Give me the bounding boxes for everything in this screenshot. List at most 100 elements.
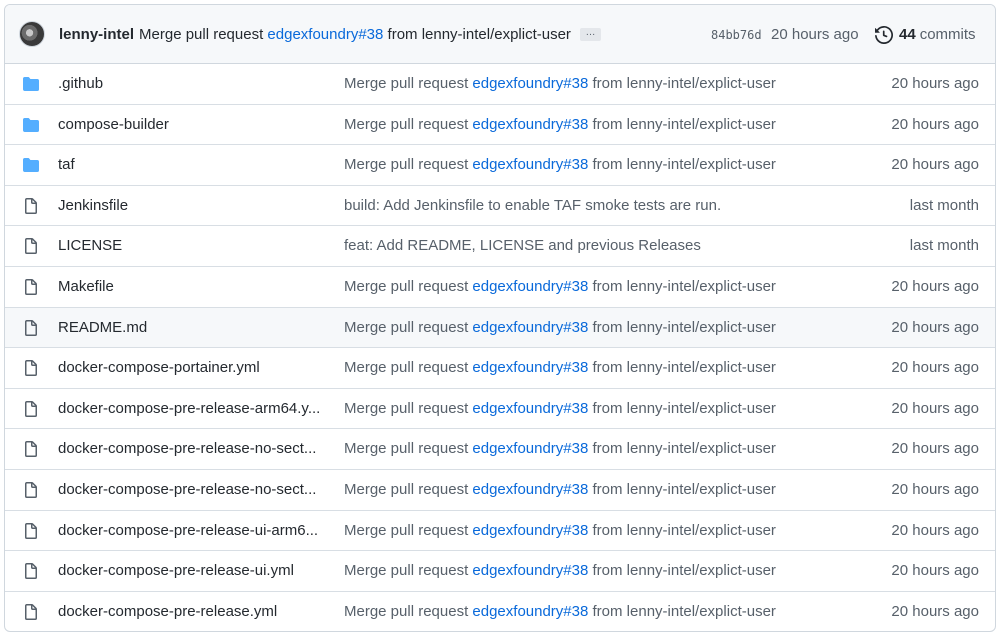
file-commit-message[interactable]: Merge pull request edgexfoundry#38 from … <box>344 64 776 104</box>
file-commit-time: 20 hours ago <box>891 480 979 498</box>
file-row[interactable]: docker-compose-pre-release-no-sect... Mer… <box>5 470 995 511</box>
pr-link[interactable]: edgexfoundry#38 <box>472 440 588 457</box>
pr-link[interactable]: edgexfoundry#38 <box>267 26 383 43</box>
pr-link[interactable]: edgexfoundry#38 <box>472 481 588 498</box>
file-commit-time: last month <box>909 237 979 255</box>
file-row[interactable]: .github Merge pull request edgexfoundry#3… <box>5 64 995 105</box>
commit-message-text[interactable]: Merge pull request <box>344 440 472 457</box>
file-commit-message[interactable]: build: Add Jenkinsfile to enable TAF smo… <box>344 186 721 226</box>
pr-link[interactable]: edgexfoundry#38 <box>472 603 588 620</box>
commit-message-suffix[interactable]: from lenny-intel/explict-user <box>588 400 776 417</box>
file-name-link[interactable]: taf <box>58 145 330 185</box>
commit-message-text[interactable]: Merge pull request <box>344 319 472 336</box>
pr-link[interactable]: edgexfoundry#38 <box>472 75 588 92</box>
file-name-link[interactable]: docker-compose-pre-release-ui-arm6... <box>58 511 330 551</box>
file-row[interactable]: LICENSE feat: Add README, LICENSE and pre… <box>5 226 995 267</box>
commit-message-text[interactable]: Merge pull request <box>344 603 472 620</box>
file-name-link[interactable]: README.md <box>58 308 330 348</box>
commit-message-text[interactable]: feat: Add README, LICENSE and previous R… <box>344 237 701 254</box>
file-commit-time: 20 hours ago <box>891 440 979 458</box>
file-icon <box>22 319 40 336</box>
pr-link[interactable]: edgexfoundry#38 <box>472 116 588 133</box>
commit-message-suffix[interactable]: from lenny-intel/explict-user <box>588 116 776 133</box>
file-row[interactable]: docker-compose-pre-release-ui.yml Merge p… <box>5 551 995 592</box>
file-commit-message[interactable]: Merge pull request edgexfoundry#38 from … <box>344 308 776 348</box>
commit-message-text[interactable]: build: Add Jenkinsfile to enable TAF smo… <box>344 197 721 214</box>
commit-message-suffix[interactable]: from lenny-intel/explict-user <box>588 278 776 295</box>
file-row[interactable]: docker-compose-pre-release-arm64.y... Mer… <box>5 389 995 430</box>
commit-message-suffix[interactable]: from lenny-intel/explict-user <box>588 522 776 539</box>
commit-message-suffix[interactable]: from lenny-intel/explict-user <box>588 319 776 336</box>
file-row[interactable]: docker-compose-pre-release-no-sect... Mer… <box>5 429 995 470</box>
pr-link[interactable]: edgexfoundry#38 <box>472 400 588 417</box>
commit-message-suffix[interactable]: from lenny-intel/explict-user <box>588 359 776 376</box>
file-name-link[interactable]: LICENSE <box>58 226 330 266</box>
commit-message-text[interactable]: Merge pull request <box>344 562 472 579</box>
expand-commit-button[interactable]: … <box>579 28 601 41</box>
file-icon <box>22 278 40 295</box>
file-commit-message[interactable]: feat: Add README, LICENSE and previous R… <box>344 226 701 266</box>
file-name-link[interactable]: Jenkinsfile <box>58 186 330 226</box>
file-commit-time: 20 hours ago <box>891 562 979 580</box>
pr-link[interactable]: edgexfoundry#38 <box>472 562 588 579</box>
file-row[interactable]: compose-builder Merge pull request edgexf… <box>5 105 995 146</box>
commit-message-text[interactable]: Merge pull request <box>344 156 472 173</box>
file-commit-message[interactable]: Merge pull request edgexfoundry#38 from … <box>344 267 776 307</box>
commit-message-suffix[interactable]: from lenny-intel/explict-user <box>588 440 776 457</box>
file-row[interactable]: Jenkinsfile build: Add Jenkinsfile to ena… <box>5 186 995 227</box>
file-commit-time: last month <box>909 196 979 214</box>
file-commit-message[interactable]: Merge pull request edgexfoundry#38 from … <box>344 389 776 429</box>
pr-link[interactable]: edgexfoundry#38 <box>472 319 588 336</box>
file-name-link[interactable]: Makefile <box>58 267 330 307</box>
file-name-link[interactable]: docker-compose-pre-release-no-sect... <box>58 470 330 510</box>
file-name-link[interactable]: docker-compose-pre-release-no-sect... <box>58 429 330 469</box>
file-commit-message[interactable]: Merge pull request edgexfoundry#38 from … <box>344 470 776 510</box>
commit-message-text[interactable]: Merge pull request <box>344 359 472 376</box>
author-avatar[interactable] <box>19 21 45 47</box>
file-commit-message[interactable]: Merge pull request edgexfoundry#38 from … <box>344 592 776 631</box>
file-name-link[interactable]: docker-compose-portainer.yml <box>58 348 330 388</box>
file-row[interactable]: README.md Merge pull request edgexfoundry… <box>5 307 995 349</box>
commit-message-prefix[interactable]: Merge pull request <box>139 26 263 43</box>
commit-sha-link[interactable]: 84bb76d <box>711 5 762 64</box>
file-commit-message[interactable]: Merge pull request edgexfoundry#38 from … <box>344 511 776 551</box>
commit-message-text[interactable]: Merge pull request <box>344 278 472 295</box>
commit-history-link[interactable]: 44 commits <box>875 5 976 64</box>
file-row[interactable]: docker-compose-pre-release.yml Merge pull… <box>5 592 995 631</box>
commit-message-text[interactable]: Merge pull request <box>344 481 472 498</box>
file-name-link[interactable]: docker-compose-pre-release-arm64.y... <box>58 389 330 429</box>
file-rows: .github Merge pull request edgexfoundry#3… <box>5 64 995 631</box>
commit-message-text[interactable]: Merge pull request <box>344 522 472 539</box>
file-name-link[interactable]: docker-compose-pre-release.yml <box>58 592 330 631</box>
file-row[interactable]: docker-compose-pre-release-ui-arm6... Mer… <box>5 511 995 552</box>
commit-message-suffix[interactable]: from lenny-intel/explict-user <box>588 156 776 173</box>
file-commit-message[interactable]: Merge pull request edgexfoundry#38 from … <box>344 429 776 469</box>
file-name-link[interactable]: compose-builder <box>58 105 330 145</box>
file-row[interactable]: taf Merge pull request edgexfoundry#38 fr… <box>5 145 995 186</box>
file-commit-time: 20 hours ago <box>891 156 979 174</box>
file-commit-message[interactable]: Merge pull request edgexfoundry#38 from … <box>344 145 776 185</box>
commit-message-text[interactable]: Merge pull request <box>344 75 472 92</box>
commit-message-suffix[interactable]: from lenny-intel/explict-user <box>588 603 776 620</box>
file-commit-message[interactable]: Merge pull request edgexfoundry#38 from … <box>344 348 776 388</box>
pr-link[interactable]: edgexfoundry#38 <box>472 359 588 376</box>
file-commit-message[interactable]: Merge pull request edgexfoundry#38 from … <box>344 105 776 145</box>
file-commit-message[interactable]: Merge pull request edgexfoundry#38 from … <box>344 551 776 591</box>
commit-message-suffix[interactable]: from lenny-intel/explict-user <box>588 481 776 498</box>
file-name-link[interactable]: .github <box>58 64 330 104</box>
file-commit-time: 20 hours ago <box>891 115 979 133</box>
file-row[interactable]: Makefile Merge pull request edgexfoundry#… <box>5 267 995 308</box>
file-row[interactable]: docker-compose-portainer.yml Merge pull r… <box>5 348 995 389</box>
pr-link[interactable]: edgexfoundry#38 <box>472 522 588 539</box>
file-icon <box>22 197 40 214</box>
commit-message-suffix[interactable]: from lenny-intel/explict-user <box>588 562 776 579</box>
commit-message-text[interactable]: Merge pull request <box>344 400 472 417</box>
commit-author-link[interactable]: lenny-intel <box>59 26 134 43</box>
commit-message-text[interactable]: Merge pull request <box>344 116 472 133</box>
pr-link[interactable]: edgexfoundry#38 <box>472 156 588 173</box>
commit-message-suffix[interactable]: from lenny-intel/explict-user <box>588 75 776 92</box>
commit-message-suffix[interactable]: from lenny-intel/explict-user <box>388 26 571 43</box>
file-name-link[interactable]: docker-compose-pre-release-ui.yml <box>58 551 330 591</box>
pr-link[interactable]: edgexfoundry#38 <box>472 278 588 295</box>
file-commit-time: 20 hours ago <box>891 602 979 620</box>
